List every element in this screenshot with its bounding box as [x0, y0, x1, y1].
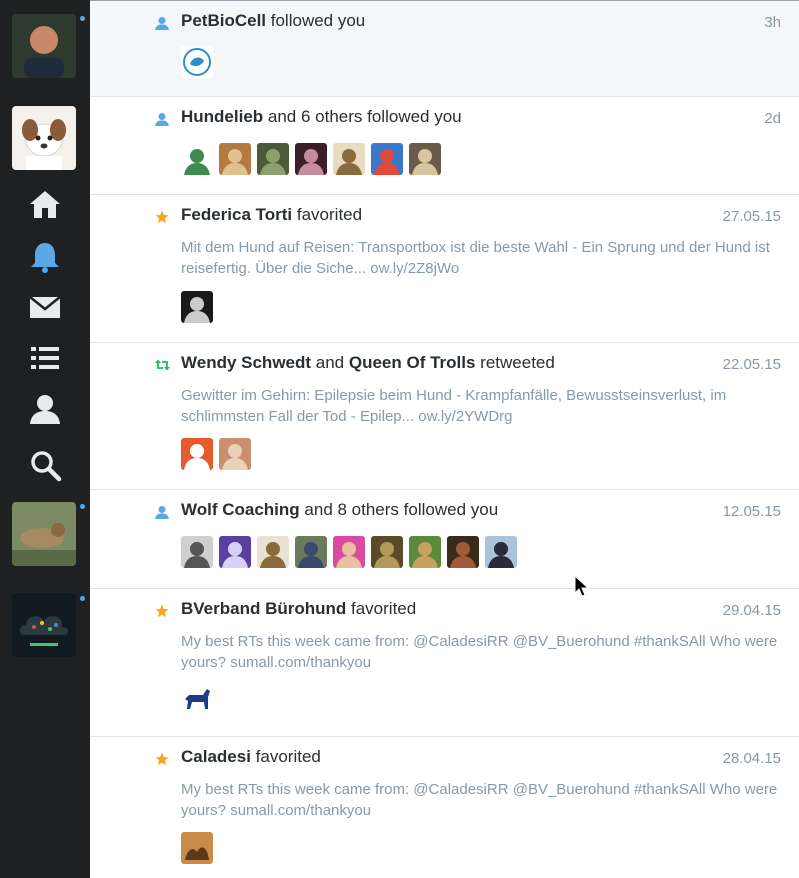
avatar[interactable] — [409, 143, 441, 175]
avatar[interactable] — [295, 536, 327, 568]
avatar[interactable] — [485, 536, 517, 568]
actor-name[interactable]: Hundelieb — [181, 107, 263, 126]
avatar[interactable] — [219, 143, 251, 175]
avatar[interactable] — [295, 143, 327, 175]
avatar[interactable] — [181, 46, 213, 78]
notification-header: BVerband Bürohund favorited — [181, 599, 417, 618]
timestamp: 27.05.15 — [722, 208, 781, 225]
avatar[interactable] — [181, 536, 213, 568]
notification-header: Federica Torti favorited — [181, 205, 363, 224]
account-avatar-1[interactable] — [12, 14, 76, 78]
avatar[interactable] — [257, 143, 289, 175]
notification-item[interactable]: Federica Torti favorited 27.05.15 Mit de… — [90, 195, 799, 343]
lists-icon[interactable] — [25, 338, 65, 378]
avatar-row — [181, 291, 213, 323]
home-icon[interactable] — [25, 185, 65, 225]
avatar[interactable] — [447, 536, 479, 568]
actor-name[interactable]: Caladesi — [181, 747, 251, 766]
avatar-row — [181, 438, 251, 470]
star-icon — [154, 603, 170, 619]
tweet-text[interactable]: My best RTs this week came from: @Calade… — [181, 631, 786, 673]
notification-item[interactable]: BVerband Bürohund favorited 29.04.15 My … — [90, 589, 799, 737]
timestamp: 28.04.15 — [722, 750, 781, 767]
unread-dot — [80, 596, 85, 601]
follow-icon — [154, 504, 170, 520]
star-icon — [154, 751, 170, 767]
actor-name[interactable]: Wolf Coaching — [181, 500, 300, 519]
avatar[interactable] — [219, 536, 251, 568]
avatar[interactable] — [181, 683, 213, 715]
avatar-row — [181, 536, 517, 568]
avatar-row — [181, 832, 213, 864]
notification-item[interactable]: Wolf Coaching and 8 others followed you … — [90, 490, 799, 589]
profile-icon[interactable] — [25, 389, 65, 429]
tweet-text[interactable]: Gewitter im Gehirn: Epilepsie beim Hund … — [181, 385, 786, 427]
tweet-text[interactable]: My best RTs this week came from: @Calade… — [181, 779, 786, 821]
follow-icon — [154, 15, 170, 31]
notification-header: Caladesi favorited — [181, 747, 321, 766]
notification-header: Wendy Schwedt and Queen Of Trolls retwee… — [181, 353, 555, 372]
follow-icon — [154, 111, 170, 127]
avatar[interactable] — [181, 832, 213, 864]
notification-header: PetBioCell followed you — [181, 11, 366, 30]
account-sidebar — [0, 0, 90, 878]
avatar-row — [181, 683, 213, 715]
avatar[interactable] — [371, 536, 403, 568]
timestamp: 29.04.15 — [722, 602, 781, 619]
retweet-icon — [154, 357, 170, 373]
notifications-bell-icon[interactable] — [25, 237, 65, 277]
unread-dot — [80, 16, 85, 21]
notification-item[interactable]: PetBioCell followed you 3h — [90, 0, 799, 97]
actor-name[interactable]: BVerband Bürohund — [181, 599, 346, 618]
unread-dot — [80, 504, 85, 509]
avatar[interactable] — [333, 143, 365, 175]
notification-item[interactable]: Wendy Schwedt and Queen Of Trolls retwee… — [90, 343, 799, 490]
avatar[interactable] — [371, 143, 403, 175]
tweet-text[interactable]: Mit dem Hund auf Reisen: Transportbox is… — [181, 237, 786, 279]
timestamp: 22.05.15 — [722, 356, 781, 373]
avatar-row — [181, 46, 213, 78]
account-avatar-3[interactable] — [12, 502, 76, 566]
notification-header: Wolf Coaching and 8 others followed you — [181, 500, 499, 519]
star-icon — [154, 209, 170, 225]
notification-item[interactable]: Hundelieb and 6 others followed you 2d — [90, 97, 799, 195]
actor-name[interactable]: PetBioCell — [181, 11, 266, 30]
avatar[interactable] — [409, 536, 441, 568]
timestamp: 12.05.15 — [722, 503, 781, 520]
avatar[interactable] — [219, 438, 251, 470]
messages-envelope-icon[interactable] — [25, 287, 65, 327]
avatar[interactable] — [181, 291, 213, 323]
account-avatar-4[interactable] — [12, 593, 76, 657]
account-avatar-2[interactable] — [12, 106, 76, 170]
actor-name[interactable]: Wendy Schwedt — [181, 353, 311, 372]
timestamp: 2d — [764, 110, 781, 127]
search-icon[interactable] — [25, 445, 65, 485]
notification-item[interactable]: Caladesi favorited 28.04.15 My best RTs … — [90, 737, 799, 878]
timestamp: 3h — [764, 14, 781, 31]
actor-name[interactable]: Federica Torti — [181, 205, 292, 224]
actor-name-2[interactable]: Queen Of Trolls — [349, 353, 476, 372]
avatar[interactable] — [181, 143, 213, 175]
notification-header: Hundelieb and 6 others followed you — [181, 107, 462, 126]
notifications-feed: PetBioCell followed you 3h Hundelieb and… — [90, 0, 799, 878]
avatar[interactable] — [257, 536, 289, 568]
avatar[interactable] — [181, 438, 213, 470]
mouse-cursor-icon — [574, 575, 590, 597]
avatar[interactable] — [333, 536, 365, 568]
avatar-row — [181, 143, 441, 175]
